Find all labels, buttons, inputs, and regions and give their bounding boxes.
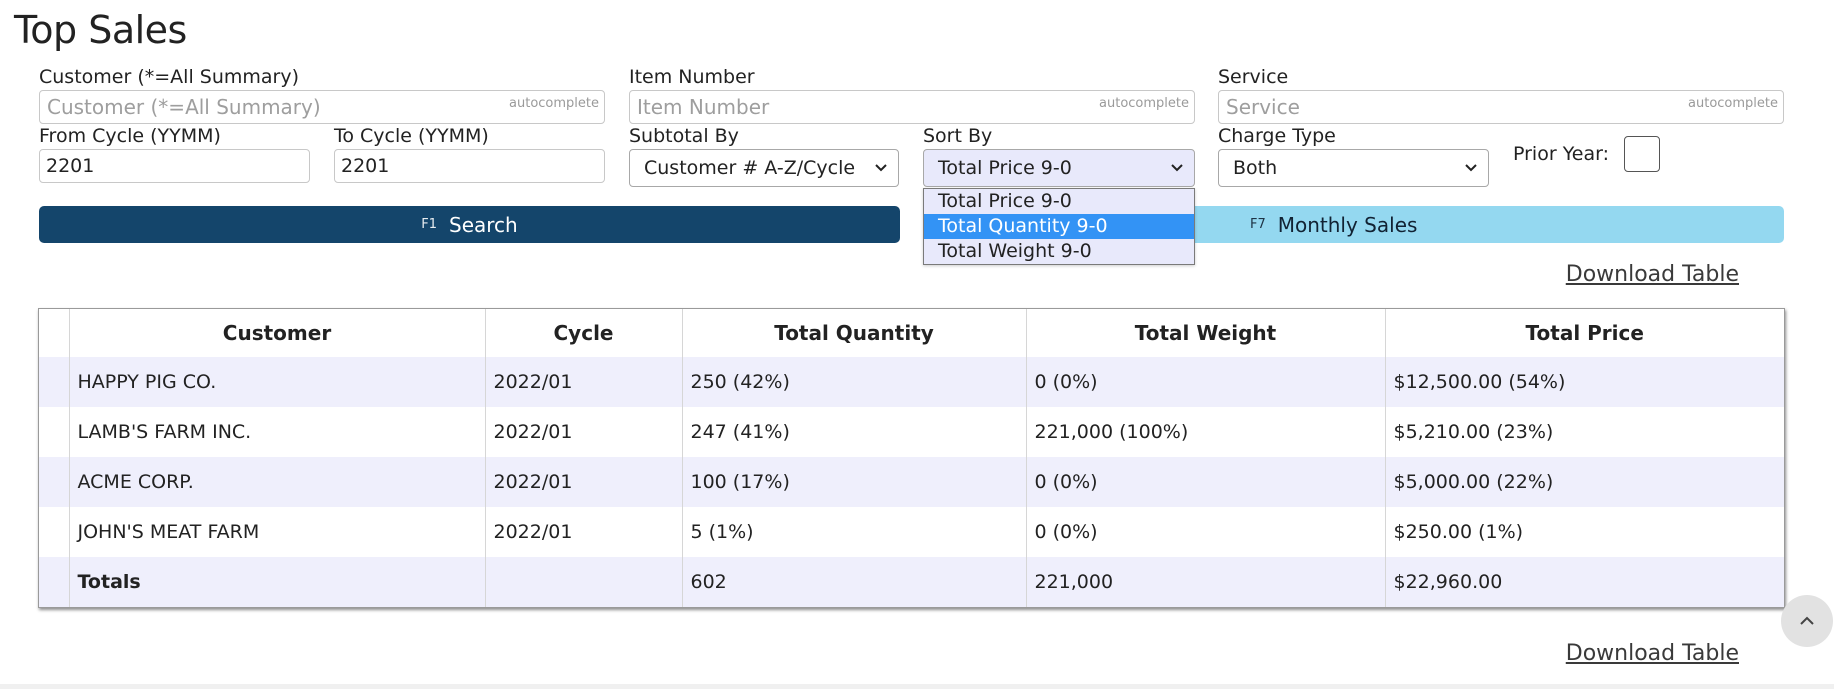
item-number-autocomplete-tag: autocomplete xyxy=(1099,96,1189,111)
cell-total-weight: 221,000 (100%) xyxy=(1026,407,1386,457)
page-title: Top Sales xyxy=(14,8,187,52)
charge-type-label: Charge Type xyxy=(1218,125,1336,147)
from-cycle-input[interactable] xyxy=(39,149,310,183)
cell-customer: LAMB'S FARM INC. xyxy=(69,407,486,457)
to-cycle-label: To Cycle (YYMM) xyxy=(334,125,489,147)
sort-by-dropdown[interactable]: Total Price 9-0 Total Quantity 9-0 Total… xyxy=(923,188,1195,265)
cell-total-weight: 0 (0%) xyxy=(1026,357,1386,407)
chevron-down-icon xyxy=(1171,164,1183,172)
row-gutter xyxy=(39,507,70,557)
column-header-total-weight[interactable]: Total Weight xyxy=(1026,309,1386,357)
cell-customer: JOHN'S MEAT FARM xyxy=(69,507,486,557)
from-cycle-label: From Cycle (YYMM) xyxy=(39,125,221,147)
totals-weight: 221,000 xyxy=(1026,557,1386,607)
search-shortcut: F1 xyxy=(421,217,438,232)
subtotal-by-select[interactable]: Customer # A-Z/Cycle xyxy=(629,149,899,187)
service-autocomplete-tag: autocomplete xyxy=(1688,96,1778,111)
cell-cycle: 2022/01 xyxy=(485,357,683,407)
subtotal-by-value: Customer # A-Z/Cycle xyxy=(644,157,856,179)
cell-total-price: $5,000.00 (22%) xyxy=(1393,471,1554,493)
cell-cycle: 2022/01 xyxy=(485,457,683,507)
totals-price: $22,960.00 xyxy=(1393,571,1503,593)
totals-label: Totals xyxy=(69,557,486,607)
row-gutter-header xyxy=(39,309,70,357)
charge-type-select[interactable]: Both xyxy=(1218,149,1489,187)
customer-label: Customer (*=All Summary) xyxy=(39,66,299,88)
customer-field[interactable]: autocomplete xyxy=(39,90,605,124)
sort-option-total-weight[interactable]: Total Weight 9-0 xyxy=(924,239,1194,264)
sort-option-total-quantity[interactable]: Total Quantity 9-0 xyxy=(924,214,1194,239)
column-header-total-quantity[interactable]: Total Quantity xyxy=(682,309,1027,357)
column-header-total-price[interactable]: Total Price xyxy=(1385,309,1784,357)
cell-customer: HAPPY PIG CO. xyxy=(69,357,486,407)
sort-by-value: Total Price 9-0 xyxy=(938,157,1072,179)
table-row: ACME CORP. 2022/01 100 (17%) 0 (0%) $5,0… xyxy=(39,457,1784,507)
cell-total-price: $5,210.00 (23%) xyxy=(1393,421,1554,443)
monthly-sales-button[interactable]: F7 Monthly Sales xyxy=(1190,206,1784,243)
table-header-row: Customer Cycle Total Quantity Total Weig… xyxy=(39,309,1784,357)
prior-year-label: Prior Year: xyxy=(1513,143,1609,165)
chevron-down-icon xyxy=(875,164,887,172)
service-field[interactable]: autocomplete xyxy=(1218,90,1784,124)
page-footer-divider xyxy=(0,684,1834,689)
monthly-sales-shortcut: F7 xyxy=(1250,217,1266,232)
row-gutter xyxy=(39,357,70,407)
totals-row: Totals 602 221,000 $22,960.00 xyxy=(39,557,1784,607)
cell-cycle: 2022/01 xyxy=(485,407,683,457)
chevron-up-icon xyxy=(1800,616,1814,625)
row-gutter xyxy=(39,407,70,457)
monthly-sales-button-label: Monthly Sales xyxy=(1277,212,1418,237)
download-table-link-top[interactable]: Download Table xyxy=(1566,262,1739,287)
column-header-cycle[interactable]: Cycle xyxy=(485,309,683,357)
row-gutter xyxy=(39,557,70,607)
cell-total-price: $250.00 (1%) xyxy=(1393,521,1524,543)
scroll-to-top-button[interactable] xyxy=(1781,595,1833,647)
totals-cycle xyxy=(485,557,683,607)
cell-customer: ACME CORP. xyxy=(69,457,486,507)
charge-type-value: Both xyxy=(1233,157,1278,179)
subtotal-by-label: Subtotal By xyxy=(629,125,739,147)
item-number-field[interactable]: autocomplete xyxy=(629,90,1195,124)
cell-cycle: 2022/01 xyxy=(485,507,683,557)
row-gutter xyxy=(39,457,70,507)
sort-by-label: Sort By xyxy=(923,125,993,147)
prior-year-checkbox[interactable] xyxy=(1624,136,1660,172)
service-label: Service xyxy=(1218,66,1289,88)
cell-total-quantity: 250 (42%) xyxy=(682,357,1027,407)
customer-autocomplete-tag: autocomplete xyxy=(509,96,599,111)
results-table: Customer Cycle Total Quantity Total Weig… xyxy=(38,308,1785,608)
table-row: JOHN'S MEAT FARM 2022/01 5 (1%) 0 (0%) $… xyxy=(39,507,1784,557)
item-number-label: Item Number xyxy=(629,66,755,88)
sort-by-select[interactable]: Total Price 9-0 xyxy=(923,149,1195,187)
to-cycle-input[interactable] xyxy=(334,149,605,183)
sort-option-total-price[interactable]: Total Price 9-0 xyxy=(924,189,1194,214)
column-header-customer[interactable]: Customer xyxy=(69,309,486,357)
cell-total-quantity: 247 (41%) xyxy=(682,407,1027,457)
totals-quantity: 602 xyxy=(682,557,1027,607)
cell-total-quantity: 5 (1%) xyxy=(682,507,1027,557)
search-button[interactable]: F1 Search xyxy=(39,206,900,243)
chevron-down-icon xyxy=(1465,164,1477,172)
search-button-label: Search xyxy=(449,212,518,237)
cell-total-weight: 0 (0%) xyxy=(1026,457,1386,507)
download-table-link-bottom[interactable]: Download Table xyxy=(1566,641,1739,666)
table-row: LAMB'S FARM INC. 2022/01 247 (41%) 221,0… xyxy=(39,407,1784,457)
cell-total-price: $12,500.00 (54%) xyxy=(1393,371,1566,393)
cell-total-weight: 0 (0%) xyxy=(1026,507,1386,557)
cell-total-quantity: 100 (17%) xyxy=(682,457,1027,507)
table-row: HAPPY PIG CO. 2022/01 250 (42%) 0 (0%) $… xyxy=(39,357,1784,407)
